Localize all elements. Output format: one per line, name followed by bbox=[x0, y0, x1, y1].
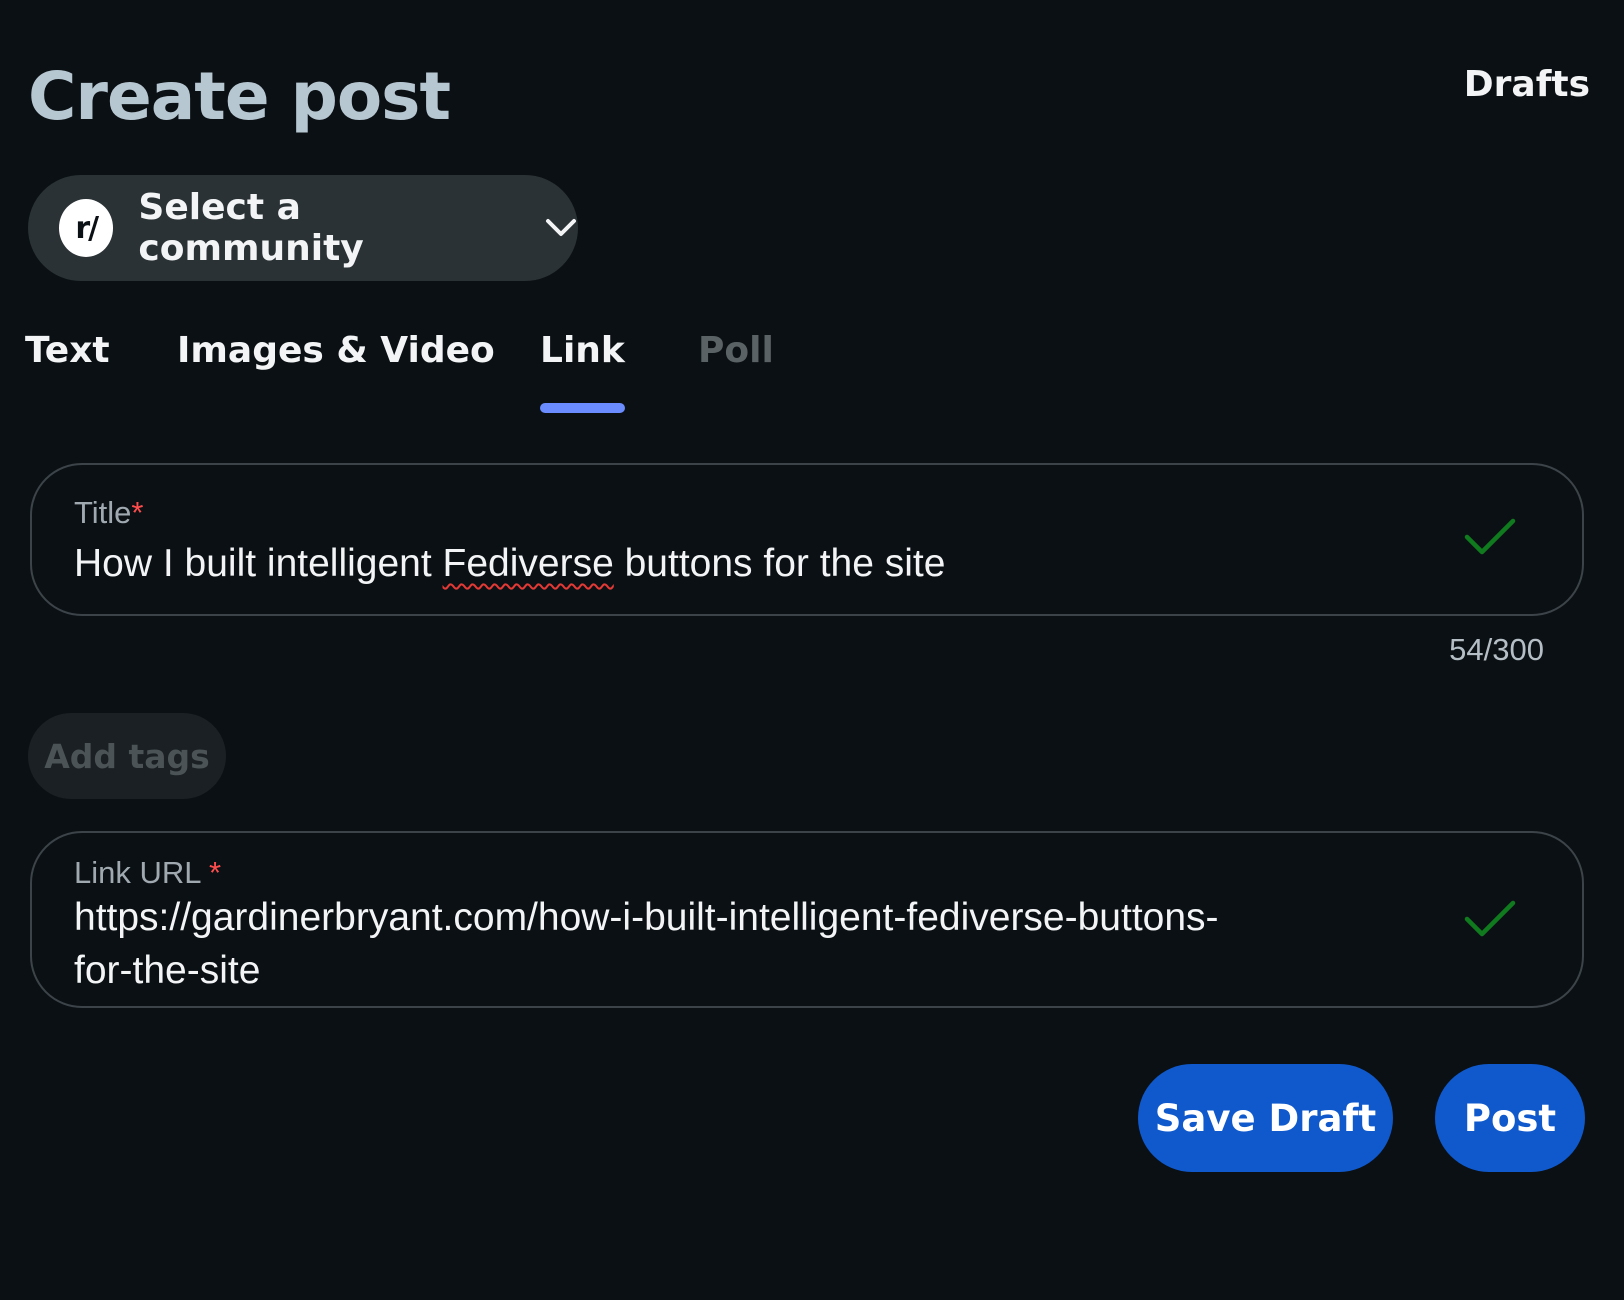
tab-text[interactable]: Text bbox=[25, 330, 110, 371]
community-icon: r/ bbox=[59, 199, 114, 257]
title-field[interactable]: Title* How I built intelligent Fediverse… bbox=[30, 463, 1584, 616]
required-marker: * bbox=[131, 495, 144, 530]
community-selector[interactable]: r/ Select a community bbox=[28, 175, 578, 281]
active-tab-indicator bbox=[540, 403, 625, 413]
tab-link[interactable]: Link bbox=[540, 330, 625, 413]
title-label-text: Title bbox=[74, 495, 132, 530]
link-url-line-1: https://gardinerbryant.com/how-i-built-i… bbox=[74, 896, 1219, 939]
create-post-page: Create post Drafts r/ Select a community… bbox=[0, 0, 1624, 1300]
tab-link-label: Link bbox=[540, 330, 625, 371]
chevron-down-icon bbox=[544, 217, 578, 239]
drafts-link[interactable]: Drafts bbox=[1464, 64, 1590, 105]
required-marker: * bbox=[208, 855, 222, 890]
link-url-label-text: Link URL bbox=[74, 855, 209, 890]
checkmark-icon bbox=[1464, 517, 1516, 562]
title-text-end: buttons for the site bbox=[613, 542, 946, 585]
link-url-field-label: Link URL * bbox=[74, 855, 221, 891]
title-field-label: Title* bbox=[74, 495, 144, 531]
post-type-tabs: Text Images & Video Link Poll bbox=[0, 330, 900, 420]
add-tags-button: Add tags bbox=[28, 713, 226, 799]
link-url-field[interactable]: Link URL * https://gardinerbryant.com/ho… bbox=[30, 831, 1584, 1008]
community-selector-label: Select a community bbox=[138, 187, 364, 269]
tab-images-video[interactable]: Images & Video bbox=[177, 330, 495, 371]
page-title: Create post bbox=[28, 58, 451, 135]
title-input[interactable]: How I built intelligent Fediverse button… bbox=[74, 537, 945, 590]
link-url-line-2: for-the-site bbox=[74, 949, 261, 992]
title-character-counter: 54/300 bbox=[1449, 632, 1544, 667]
tab-poll: Poll bbox=[698, 330, 774, 371]
misspelled-word[interactable]: Fediverse bbox=[443, 542, 614, 585]
checkmark-icon bbox=[1464, 899, 1516, 944]
link-url-input[interactable]: https://gardinerbryant.com/how-i-built-i… bbox=[74, 891, 1219, 997]
post-button[interactable]: Post bbox=[1435, 1064, 1585, 1172]
title-text-start: How I built intelligent bbox=[74, 542, 443, 585]
save-draft-button[interactable]: Save Draft bbox=[1138, 1064, 1393, 1172]
